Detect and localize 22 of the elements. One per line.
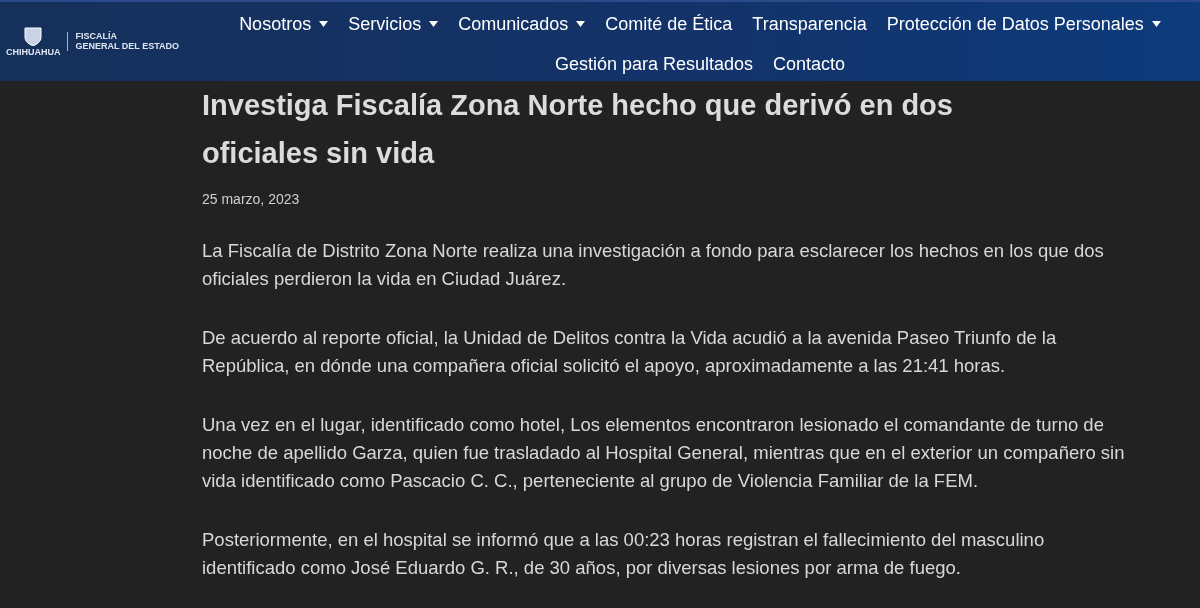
shield-icon xyxy=(24,25,43,46)
nav-link[interactable]: Transparencia xyxy=(742,4,877,44)
article-paragraph: La Fiscalía de Distrito Zona Norte realiza una investigación a fondo para esclarecer los hechos en los que dos oficiales perdieron la vida en Ciudad Juárez. xyxy=(202,239,1105,291)
caret-icon xyxy=(429,21,439,27)
nav-link[interactable]: Contacto xyxy=(763,44,856,84)
nav-link[interactable]: Nosotros xyxy=(229,4,339,44)
nav-link[interactable]: Protección de Datos Personales xyxy=(876,4,1171,44)
article-paragraph: De acuerdo al reporte oficial, la Unidad de Delitos contra la Vida acudió a la avenida Paseo Triunfo de la República, en dónde una compañera oficial solicitó el apoyo, aproximadamente a las 21:41 horas. xyxy=(202,326,1058,378)
caret-icon xyxy=(319,21,329,27)
nav-link[interactable]: Comunicados xyxy=(448,4,596,44)
caret-icon xyxy=(1151,21,1161,27)
nav-link[interactable]: Servicios xyxy=(338,4,449,44)
caret-icon xyxy=(576,21,586,27)
nav-link[interactable]: Comité de Ética xyxy=(595,4,743,44)
article-paragraph: Posteriormente, en el hospital se informó que a las 00:23 horas registran el fallecimiento del masculino identificado como José Eduardo G. R., de 30 años, por diversas lesiones por arma de fuego. xyxy=(202,528,1046,580)
article-title: Investiga Fiscalía Zona Norte hecho que derivó en dos oficiales sin vida xyxy=(202,88,954,171)
agency-name: GENERAL DEL ESTADO xyxy=(75,41,179,52)
article-paragraph: Una vez en el lugar, identificado como hotel, Los elementos encontraron lesionado el comandante de turno de noche de apellido Garza, quien fue trasladado al Hospital General, mientras que en el exterior un compañero sin vida identificado como Pascacio C. C., perteneciente al grupo de Violencia Familiar de la FEM. xyxy=(202,413,1126,493)
article-date: 25 marzo, 2023 xyxy=(202,191,301,207)
agency-name: FISCALÍA xyxy=(75,31,118,42)
nav-link[interactable]: Gestión para Resultados xyxy=(544,44,764,84)
logo-text: CHIHUAHUA xyxy=(6,47,61,58)
